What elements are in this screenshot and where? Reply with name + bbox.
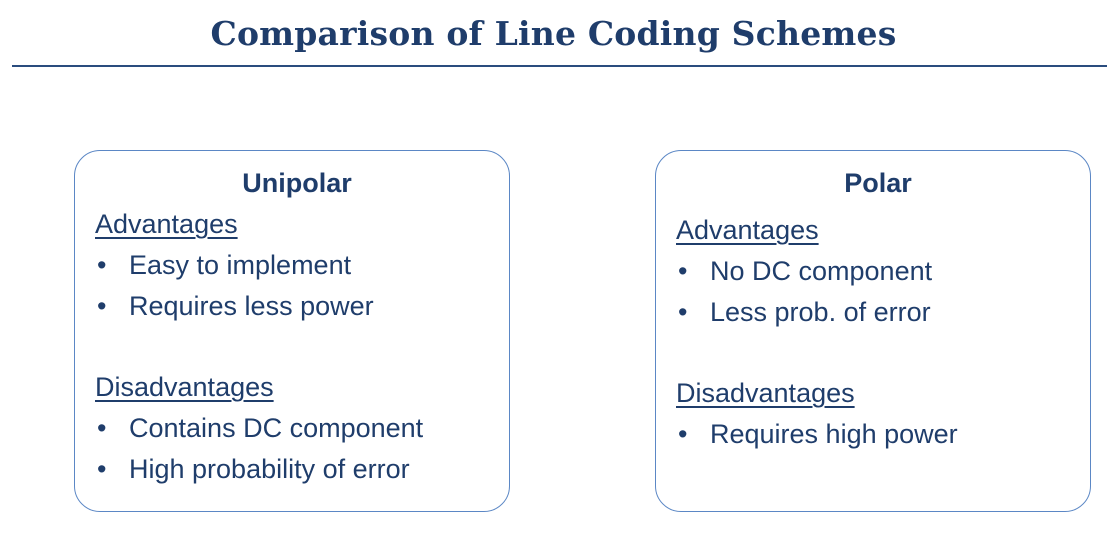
card-heading: Unipolar — [242, 168, 352, 198]
page-title: Comparison of Line Coding Schemes — [210, 14, 897, 53]
disadvantages-label: Disadvantages — [676, 378, 855, 408]
list-item: • High probability of error — [95, 449, 499, 490]
bullet-icon: • — [678, 419, 688, 449]
advantages-label: Advantages — [676, 215, 819, 245]
card-heading: Polar — [844, 168, 912, 198]
list-item-text: Easy to implement — [129, 250, 352, 280]
polar-card: Polar Advantages • No DC component • Less … — [655, 150, 1091, 512]
bullet-icon: • — [97, 413, 107, 443]
list-item: • Less prob. of error — [676, 292, 1080, 333]
bullet-icon: • — [678, 256, 688, 286]
disadvantages-label: Disadvantages — [95, 372, 274, 402]
advantages-list: • No DC component • Less prob. of error — [676, 251, 1080, 333]
disadvantages-list: • Contains DC component • High probability… — [95, 408, 499, 490]
list-item-text: Less prob. of error — [710, 297, 931, 327]
list-item-text: Requires high power — [710, 419, 958, 449]
list-item: • No DC component — [676, 251, 1080, 292]
advantages-label: Advantages — [95, 209, 238, 239]
bullet-icon: • — [97, 250, 107, 280]
bullet-icon: • — [97, 291, 107, 321]
list-item: • Easy to implement — [95, 245, 499, 286]
list-item-text: No DC component — [710, 256, 933, 286]
advantages-list: • Easy to implement • Requires less power — [95, 245, 499, 327]
list-item-text: High probability of error — [129, 454, 410, 484]
list-item: • Contains DC component — [95, 408, 499, 449]
bullet-icon: • — [678, 297, 688, 327]
list-item-text: Requires less power — [129, 291, 374, 321]
title-divider — [12, 65, 1107, 67]
list-item: • Requires less power — [95, 286, 499, 327]
list-item: • Requires high power — [676, 414, 1080, 455]
unipolar-card: Unipolar Advantages • Easy to implement •… — [74, 150, 510, 512]
disadvantages-list: • Requires high power — [676, 414, 1080, 455]
bullet-icon: • — [97, 454, 107, 484]
list-item-text: Contains DC component — [129, 413, 424, 443]
